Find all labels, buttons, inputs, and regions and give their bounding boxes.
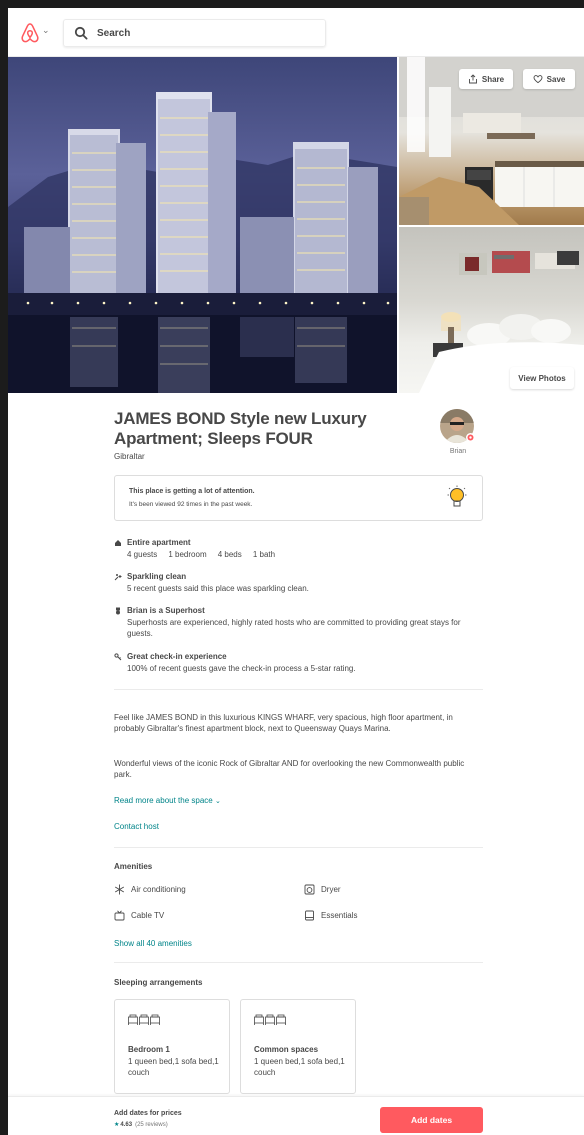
highlight-title: Great check-in experience — [127, 652, 227, 661]
description-paragraph-2: Wonderful views of the iconic Rock of Gi… — [114, 759, 465, 779]
share-icon — [468, 74, 477, 84]
lightbulb-icon — [447, 485, 467, 507]
view-photos-label: View Photos — [518, 373, 566, 383]
search-bar[interactable] — [63, 19, 326, 47]
host-name[interactable]: Brian — [442, 448, 474, 455]
home-icon — [115, 540, 121, 546]
listing-location: Gibraltar — [114, 452, 145, 461]
amenity-label: Cable TV — [131, 911, 165, 920]
main-listing-photo[interactable] — [8, 57, 397, 393]
sleeping-arrangements-title: Sleeping arrangements — [114, 978, 203, 987]
highlight-desc: 4 guests 1 bedroom 4 beds 1 bath — [127, 550, 276, 559]
airbnb-logo-icon[interactable] — [20, 22, 40, 44]
section-divider — [114, 689, 483, 690]
section-divider — [114, 962, 483, 963]
highlight-superhost: Brian is a Superhost Superhosts are expe… — [114, 606, 483, 642]
share-button[interactable]: Share — [459, 69, 513, 89]
key-icon — [114, 653, 122, 661]
sleeping-card-common-spaces: Common spaces 1 queen bed,1 sofa bed,1 c… — [240, 999, 356, 1094]
add-dates-button[interactable]: Add dates — [380, 1107, 483, 1133]
amenity-air-conditioning: Air conditioning — [114, 884, 186, 895]
essentials-icon — [305, 910, 314, 921]
amenity-label: Essentials — [321, 911, 358, 920]
section-divider — [114, 847, 483, 848]
tv-icon — [114, 910, 125, 921]
superhost-medal-icon — [116, 607, 120, 615]
highlight-desc: 100% of recent guests gave the check-in … — [127, 664, 356, 673]
highlight-title: Brian is a Superhost — [127, 606, 205, 615]
top-navigation-bar: ⌄ — [8, 8, 584, 57]
highlight-entire-apartment: Entire apartment 4 guests 1 bedroom 4 be… — [114, 538, 483, 562]
heart-icon — [533, 75, 543, 84]
price-prompt: Add dates for prices — [114, 1110, 182, 1117]
highlight-sparkling-clean: Sparkling clean 5 recent guests said thi… — [114, 572, 483, 596]
highlight-title: Entire apartment — [127, 538, 191, 547]
sleeping-card-bedroom-1: Bedroom 1 1 queen bed,1 sofa bed,1 couch — [114, 999, 230, 1094]
amenity-label: Dryer — [321, 885, 341, 894]
amenity-label: Air conditioning — [131, 885, 186, 894]
read-more-label: Read more about the space — [114, 796, 213, 805]
sleeping-card-desc: 1 queen bed,1 sofa bed,1 couch — [254, 1057, 345, 1077]
highlight-desc: Superhosts are experienced, highly rated… — [127, 618, 461, 638]
description-paragraph-1: Feel like JAMES BOND in this luxurious K… — [114, 713, 453, 733]
save-label: Save — [546, 74, 566, 84]
notice-title: This place is getting a lot of attention… — [129, 488, 255, 495]
beds-icon — [128, 1014, 160, 1025]
chevron-down-icon: ⌄ — [214, 798, 221, 805]
review-count: (25 reviews) — [135, 1121, 168, 1128]
view-photos-button[interactable]: View Photos — [510, 367, 574, 389]
photo-gallery: Share Save View Photos — [8, 57, 584, 393]
amenity-cable-tv: Cable TV — [114, 910, 164, 921]
building-illustration — [8, 92, 397, 393]
contact-host-link[interactable]: Contact host — [114, 822, 159, 831]
star-icon: ★ — [114, 1122, 120, 1128]
search-input[interactable] — [97, 27, 297, 39]
amenity-dryer: Dryer — [304, 884, 341, 895]
superhost-badge-icon — [466, 433, 475, 442]
snowflake-icon — [114, 884, 125, 895]
popularity-notice: This place is getting a lot of attention… — [114, 475, 483, 521]
chevron-down-icon[interactable]: ⌄ — [42, 25, 50, 36]
search-icon — [74, 26, 88, 40]
sleeping-card-title: Bedroom 1 — [128, 1045, 170, 1054]
share-label: Share — [481, 74, 505, 84]
page-backdrop: ⌄ Search Share Save View Photos JAMES BO… — [0, 0, 584, 1135]
notice-subtitle: It's been viewed 92 times in the past we… — [129, 501, 253, 508]
dryer-icon — [304, 884, 315, 895]
app-window: ⌄ Search Share Save View Photos JAMES BO… — [8, 8, 584, 1135]
amenities-title: Amenities — [114, 862, 153, 871]
beds-icon — [254, 1014, 286, 1025]
booking-footer: Add dates for prices ★ 4.63 (25 reviews)… — [8, 1096, 584, 1135]
sleeping-card-desc: 1 queen bed,1 sofa bed,1 couch — [128, 1057, 219, 1077]
show-all-amenities-link[interactable]: Show all 40 amenities — [114, 939, 192, 948]
rating-summary[interactable]: ★ 4.63 (25 reviews) — [114, 1121, 168, 1129]
highlight-desc: 5 recent guests said this place was spar… — [127, 584, 309, 593]
listing-title: JAMES BOND Style new Luxury Apartment; S… — [114, 409, 367, 448]
sleeping-card-title: Common spaces — [254, 1045, 319, 1054]
sparkle-icon — [114, 574, 122, 581]
amenity-essentials: Essentials — [304, 910, 357, 921]
rating-value: 4.63 — [120, 1121, 133, 1128]
highlight-title: Sparkling clean — [127, 572, 187, 581]
save-button[interactable]: Save — [523, 69, 575, 89]
highlight-check-in: Great check-in experience 100% of recent… — [114, 652, 483, 676]
read-more-link[interactable]: Read more about the space ⌄ — [114, 796, 221, 805]
